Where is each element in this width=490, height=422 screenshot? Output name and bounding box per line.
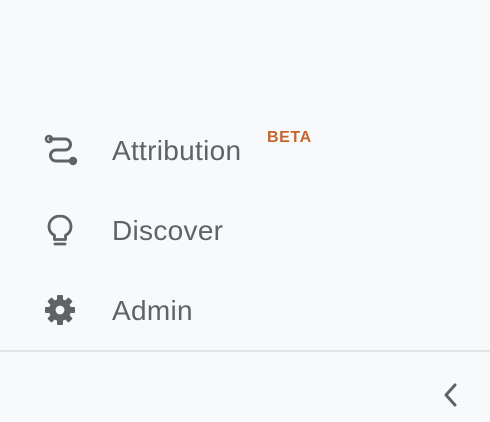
nav-item-label: Discover <box>112 215 224 246</box>
attribution-route-icon <box>40 130 80 170</box>
nav-item-label: Attribution <box>112 135 242 166</box>
gear-icon <box>40 290 80 330</box>
nav-item-attribution[interactable]: Attribution BETA <box>0 114 490 186</box>
lightbulb-icon <box>40 210 80 250</box>
nav-item-admin[interactable]: Admin <box>0 274 490 346</box>
beta-badge: BETA <box>267 129 312 146</box>
collapse-sidebar-button[interactable] <box>430 376 472 418</box>
navigation-panel: Attribution BETA Discover Admin <box>0 0 490 422</box>
nav-item-label: Admin <box>112 295 193 326</box>
chevron-left-icon <box>440 382 462 413</box>
nav-item-discover[interactable]: Discover <box>0 194 490 266</box>
divider <box>0 350 490 352</box>
